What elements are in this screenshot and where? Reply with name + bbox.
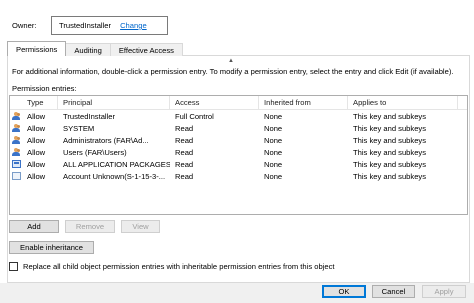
entry-type: Allow: [27, 171, 46, 181]
owner-name: TrustedInstaller: [59, 21, 112, 30]
column-header-inherited-from[interactable]: Inherited from: [259, 96, 348, 109]
permission-entry-row[interactable]: Allow Account Unknown(S-1-15-3-... Read …: [10, 170, 467, 182]
permission-entries-list[interactable]: Type Principal Access Inherited from App…: [9, 95, 468, 215]
entry-inherited-from: None: [264, 135, 283, 145]
replace-child-permissions-checkbox[interactable]: [9, 262, 18, 271]
entry-type: Allow: [27, 123, 46, 133]
entry-inherited-from: None: [264, 159, 283, 169]
ok-button[interactable]: OK: [322, 285, 366, 298]
entry-type: Allow: [27, 111, 46, 121]
header-icon-column: [10, 96, 22, 109]
advanced-security-dialog: Owner: TrustedInstaller Change Permissio…: [0, 0, 474, 303]
users-icon: [12, 124, 21, 132]
entry-applies-to: This key and subkeys: [353, 159, 427, 169]
column-header-access[interactable]: Access: [170, 96, 259, 109]
entry-access: Read: [175, 123, 194, 133]
users-icon: [12, 148, 21, 156]
entry-principal: Users (FAR\Users): [63, 147, 127, 157]
apply-button[interactable]: Apply: [422, 285, 466, 298]
app-package-icon: [12, 160, 21, 168]
add-button[interactable]: Add: [9, 220, 59, 233]
column-header-type[interactable]: Type: [22, 96, 58, 109]
list-header: Type Principal Access Inherited from App…: [10, 96, 467, 110]
enable-inheritance-button[interactable]: Enable inheritance: [9, 241, 94, 254]
users-icon: [12, 136, 21, 144]
owner-label: Owner:: [12, 21, 37, 30]
entry-applies-to: This key and subkeys: [353, 147, 427, 157]
entry-applies-to: This key and subkeys: [353, 135, 427, 145]
column-header-applies-to[interactable]: Applies to: [348, 96, 458, 109]
tab-permissions[interactable]: Permissions: [7, 41, 67, 56]
permission-entries-label: Permission entries:: [12, 84, 77, 93]
entry-applies-to: This key and subkeys: [353, 111, 427, 121]
entry-inherited-from: None: [264, 123, 283, 133]
permission-entry-row[interactable]: Allow TrustedInstaller Full Control None…: [10, 110, 467, 122]
entry-access: Read: [175, 147, 194, 157]
entry-principal: ALL APPLICATION PACKAGES: [63, 159, 170, 169]
entry-access: Read: [175, 135, 194, 145]
unknown-account-icon: [12, 172, 21, 180]
tab-effective-access[interactable]: Effective Access: [109, 43, 183, 56]
entry-applies-to: This key and subkeys: [353, 171, 427, 181]
entry-access: Read: [175, 159, 194, 169]
entry-inherited-from: None: [264, 171, 283, 181]
entry-inherited-from: None: [264, 111, 283, 121]
info-text: For additional information, double-click…: [12, 67, 454, 76]
entry-type: Allow: [27, 159, 46, 169]
entry-principal: Account Unknown(S-1-15-3-...: [63, 171, 166, 181]
remove-button[interactable]: Remove: [65, 220, 115, 233]
tab-auditing[interactable]: Auditing: [65, 43, 111, 56]
cancel-button[interactable]: Cancel: [372, 285, 415, 298]
entry-applies-to: This key and subkeys: [353, 123, 427, 133]
users-icon: [12, 112, 21, 120]
permission-entry-row[interactable]: Allow Administrators (FAR\Ad... Read Non…: [10, 134, 467, 146]
entry-access: Read: [175, 171, 194, 181]
entry-access: Full Control: [175, 111, 214, 121]
tab-bar: Permissions Auditing Effective Access: [7, 41, 183, 56]
entry-type: Allow: [27, 147, 46, 157]
replace-child-permissions-label: Replace all child object permission entr…: [23, 262, 335, 271]
scroll-up-icon[interactable]: ▲: [228, 58, 234, 64]
entry-inherited-from: None: [264, 147, 283, 157]
entry-principal: SYSTEM: [63, 123, 95, 133]
view-button[interactable]: View: [121, 220, 160, 233]
permission-entry-row[interactable]: Allow ALL APPLICATION PACKAGES Read None…: [10, 158, 467, 170]
entry-type: Allow: [27, 135, 46, 145]
owner-row: Owner: TrustedInstaller Change: [12, 16, 168, 35]
change-owner-link[interactable]: Change: [120, 21, 147, 30]
permission-entry-row[interactable]: Allow Users (FAR\Users) Read None This k…: [10, 146, 467, 158]
column-header-principal[interactable]: Principal: [58, 96, 170, 109]
entry-principal: Administrators (FAR\Ad...: [63, 135, 149, 145]
owner-box: TrustedInstaller Change: [51, 16, 168, 35]
replace-child-permissions-row: Replace all child object permission entr…: [9, 262, 335, 271]
permission-entry-row[interactable]: Allow SYSTEM Read None This key and subk…: [10, 122, 467, 134]
entry-principal: TrustedInstaller: [63, 111, 116, 121]
